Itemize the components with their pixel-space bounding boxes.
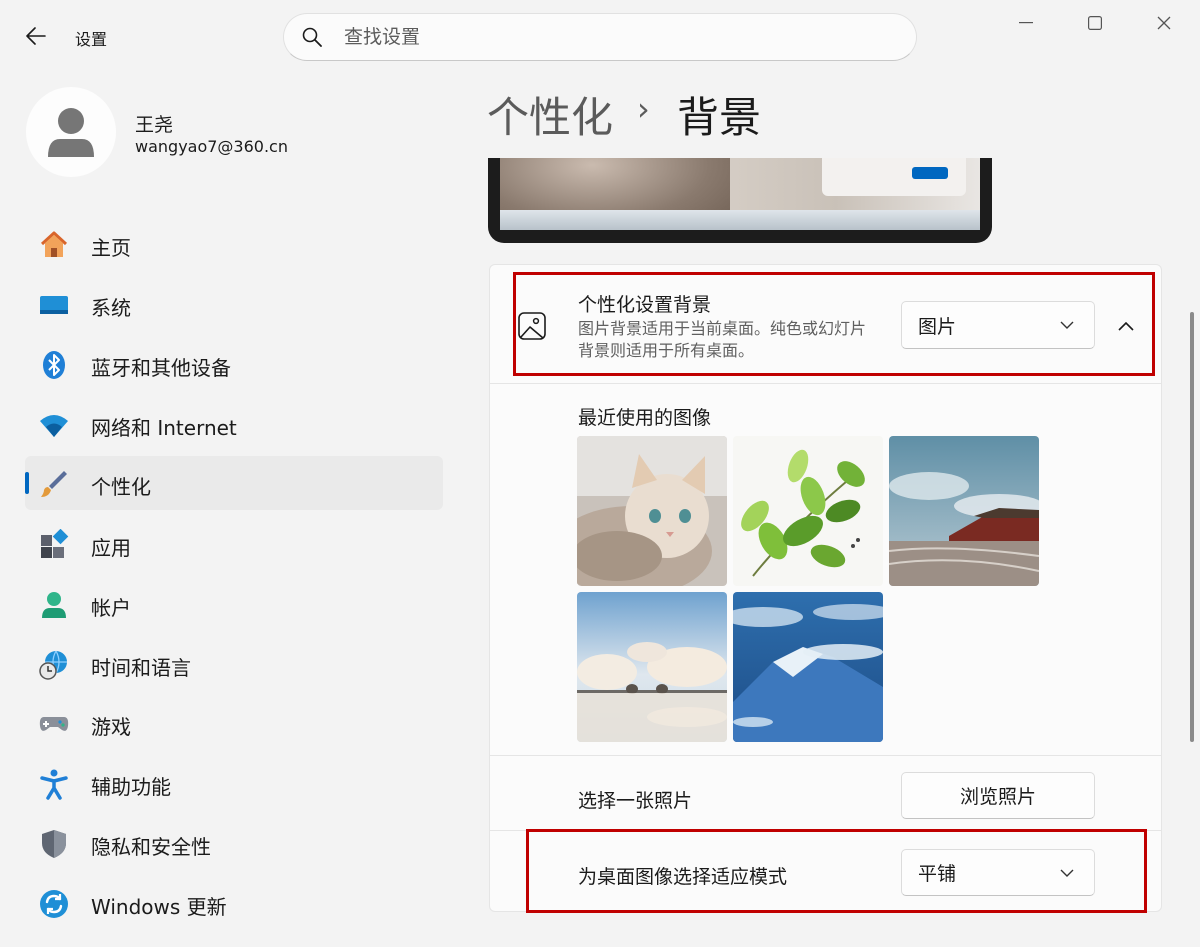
minimize-button[interactable] [992, 0, 1060, 46]
fit-mode-label: 为桌面图像选择适应模式 [578, 866, 788, 888]
nav-label: 系统 [91, 296, 131, 320]
nav-label: 时间和语言 [91, 656, 191, 680]
accessibility-icon [38, 768, 70, 800]
dropdown-value: 图片 [918, 315, 957, 338]
background-title: 个性化设置背景 [578, 294, 712, 316]
chevron-down-icon [1060, 321, 1074, 329]
update-icon [38, 888, 70, 920]
person-icon [48, 108, 94, 157]
background-description: 图片背景适用于当前桌面。纯色或幻灯片背景则适用于所有桌面。 [578, 319, 867, 360]
nav-label: 应用 [91, 536, 131, 560]
recent-image-leaves[interactable] [733, 436, 883, 586]
nav-label: 辅助功能 [91, 775, 171, 799]
close-icon [1157, 16, 1171, 30]
preview-wallpaper [500, 158, 980, 230]
nav-label: 帐户 [91, 596, 131, 620]
nav-item-time-language[interactable]: 时间和语言 [25, 637, 443, 691]
nav-label: 个性化 [91, 475, 151, 499]
nav-item-system[interactable]: 系统 [25, 277, 443, 331]
user-email: wangyao7@360.cn [135, 137, 288, 156]
nav-label: Windows 更新 [91, 895, 227, 919]
fit-mode-dropdown[interactable]: 平铺 [901, 849, 1095, 896]
recent-images-title: 最近使用的图像 [578, 407, 712, 429]
shield-icon [38, 828, 70, 860]
search-input[interactable] [344, 26, 864, 48]
nav-item-accounts[interactable]: 帐户 [25, 577, 443, 631]
search-icon [302, 27, 322, 47]
nav-label: 游戏 [91, 715, 131, 739]
avatar[interactable] [26, 87, 116, 177]
nav-item-personalization[interactable]: 个性化 [25, 456, 443, 510]
nav-item-privacy[interactable]: 隐私和安全性 [25, 816, 443, 870]
close-button[interactable] [1130, 0, 1198, 46]
breadcrumb-separator: › [637, 90, 650, 128]
recent-image-palace[interactable] [889, 436, 1039, 586]
apps-icon [38, 529, 70, 561]
page-title: 背景 [677, 93, 762, 142]
nav-label: 主页 [91, 236, 131, 260]
nav-item-network[interactable]: 网络和 Internet [25, 397, 443, 451]
recent-image-beach[interactable] [577, 592, 727, 742]
nav-item-apps[interactable]: 应用 [25, 517, 443, 571]
home-icon [38, 229, 70, 261]
maximize-button[interactable] [1061, 0, 1129, 46]
background-type-dropdown[interactable]: 图片 [901, 301, 1095, 349]
nav-item-accessibility[interactable]: 辅助功能 [25, 756, 443, 810]
nav-item-bluetooth[interactable]: 蓝牙和其他设备 [25, 337, 443, 391]
collapse-button[interactable] [1104, 308, 1148, 344]
app-title: 设置 [75, 30, 108, 49]
nav-label: 网络和 Internet [91, 416, 237, 440]
preview-window [822, 158, 966, 196]
back-button[interactable] [14, 16, 58, 56]
wifi-icon [38, 409, 70, 441]
system-icon [38, 289, 70, 321]
desktop-preview [488, 158, 992, 243]
browse-photos-button[interactable]: 浏览照片 [901, 772, 1095, 819]
recent-image-mountains[interactable] [733, 592, 883, 742]
nav-item-windows-update[interactable]: Windows 更新 [25, 876, 443, 930]
dropdown-value: 平铺 [918, 863, 957, 885]
maximize-icon [1088, 16, 1102, 30]
user-name: 王尧 [135, 114, 174, 136]
choose-photo-label: 选择一张照片 [578, 790, 693, 812]
scrollbar[interactable] [1190, 312, 1194, 742]
nav-label: 蓝牙和其他设备 [91, 356, 231, 380]
chevron-down-icon [1060, 869, 1074, 877]
bluetooth-icon [38, 349, 70, 381]
chevron-up-icon [1118, 321, 1134, 331]
nav-label: 隐私和安全性 [91, 835, 211, 859]
back-arrow-icon [26, 27, 46, 45]
picture-icon [516, 309, 550, 343]
minimize-icon [1019, 22, 1033, 24]
brush-icon [38, 468, 70, 500]
nav-item-gaming[interactable]: 游戏 [25, 696, 443, 750]
search-box[interactable] [283, 13, 917, 61]
time-language-icon [38, 649, 70, 681]
gamepad-icon [38, 708, 70, 740]
recent-image-cat[interactable] [577, 436, 727, 586]
account-icon [38, 589, 70, 621]
breadcrumb-parent[interactable]: 个性化 [487, 84, 613, 145]
selection-indicator [25, 472, 29, 494]
nav-item-home[interactable]: 主页 [25, 217, 443, 271]
